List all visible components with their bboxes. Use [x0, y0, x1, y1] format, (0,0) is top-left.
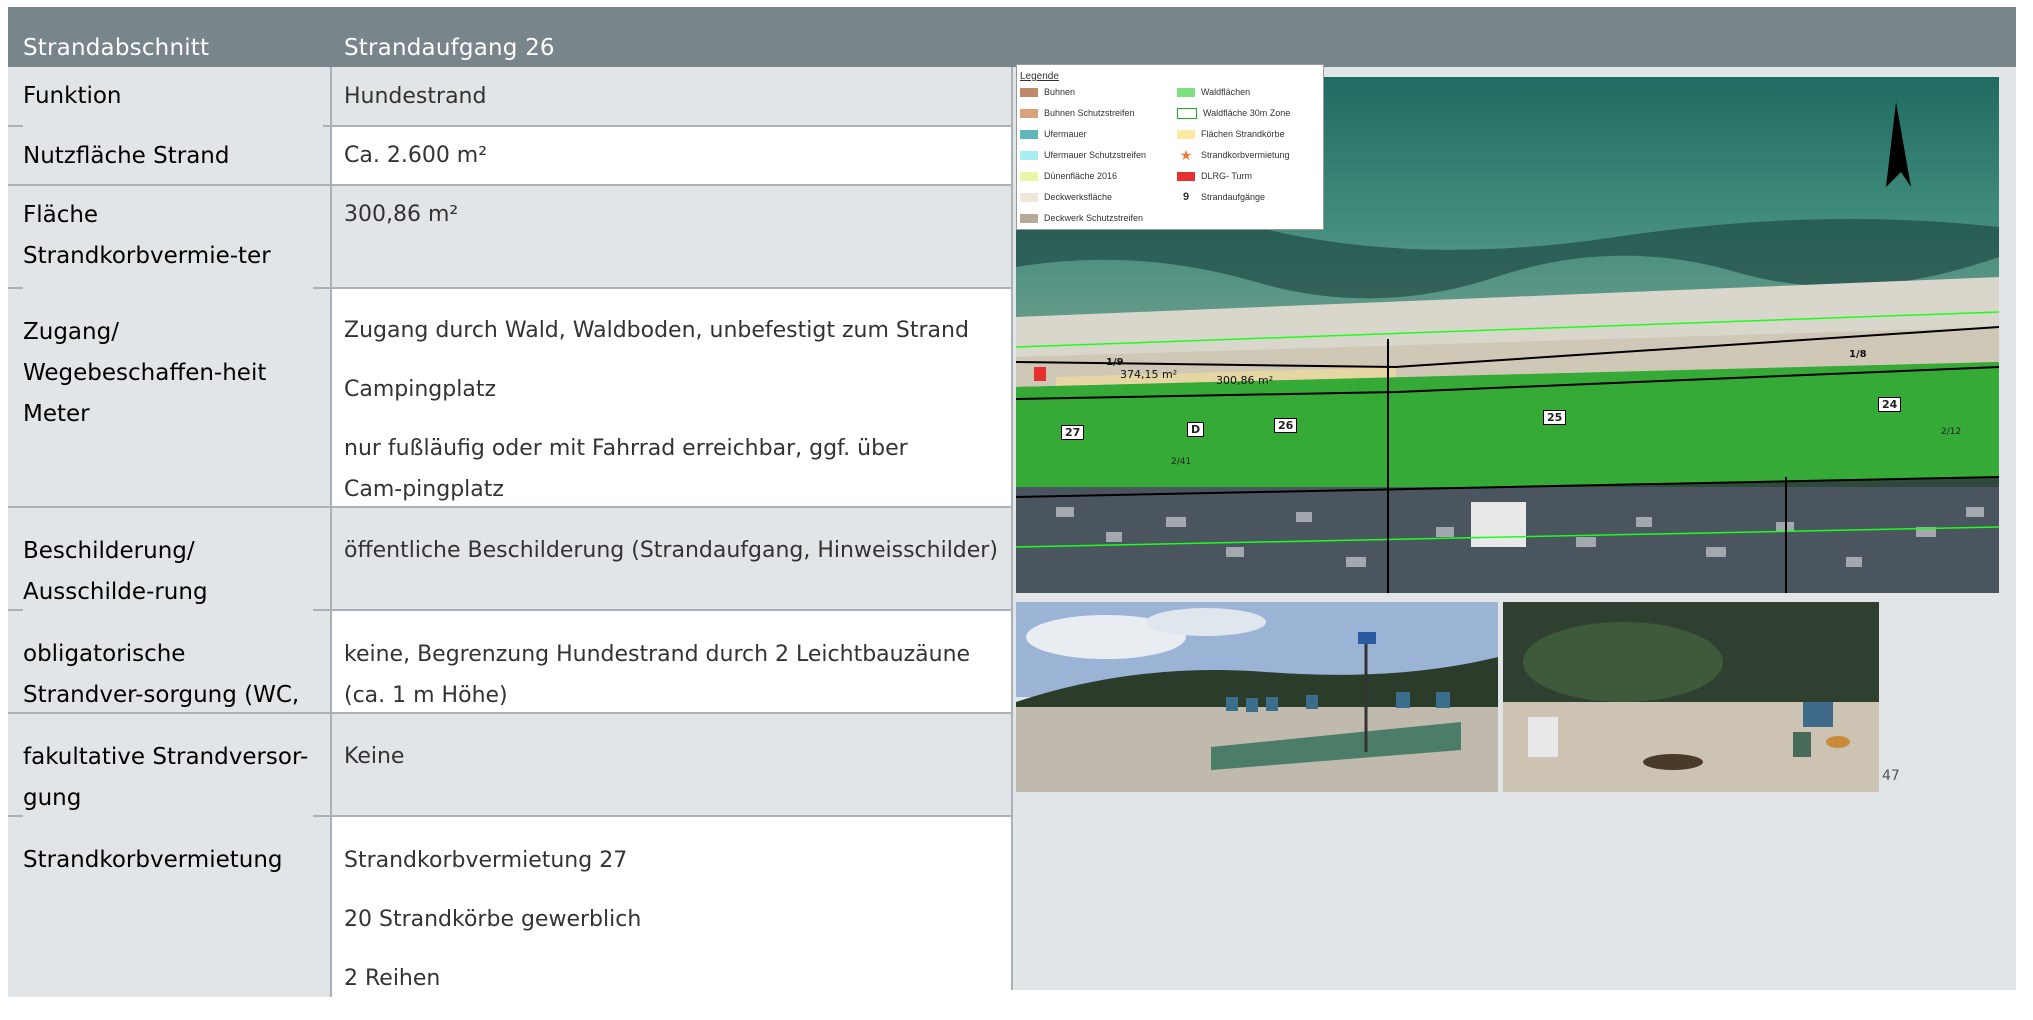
legend-label: Deckwerk Schutzstreifen	[1044, 213, 1144, 223]
table-row: Fläche Strandkorbvermie-ter 300,86 m²	[8, 186, 1011, 296]
table-header: Strandabschnitt Strandaufgang 26	[8, 7, 2016, 67]
row-value: 2 Reihen	[344, 966, 441, 991]
row-value: Ca. 2.600 m²	[344, 143, 488, 168]
legend-label: Deckwerksfläche	[1044, 192, 1113, 202]
legend-label: Waldflächen	[1201, 87, 1251, 97]
header-col1: Strandabschnitt	[23, 35, 210, 61]
section-label: 1/8	[1849, 349, 1867, 360]
legend-swatch	[1020, 214, 1038, 224]
row-value: Strandkorbvermietung 27	[344, 848, 628, 873]
header-col2: Strandaufgang 26	[344, 35, 555, 61]
legend-label: Waldfläche 30m Zone	[1203, 108, 1291, 118]
legend-label: Flächen Strandkörbe	[1201, 129, 1285, 139]
row-label: Zugang/ Wegebeschaffen-heit Meter	[23, 319, 267, 427]
table-row: Nutzfläche Strand Ca. 2.600 m²	[8, 127, 1011, 186]
row-value: Keine	[344, 744, 405, 769]
row-value: öffentliche Beschilderung (Strandaufgang…	[344, 538, 998, 563]
legend-number-sample: 9	[1182, 191, 1190, 204]
legend-swatch	[1020, 172, 1038, 182]
legend-label: Buhnen	[1044, 87, 1076, 97]
access-number: 27	[1061, 425, 1085, 440]
section-label: 2/12	[1941, 427, 1962, 437]
row-value: 20 Strandkörbe gewerblich	[344, 907, 642, 932]
legend-swatch	[1020, 151, 1038, 161]
section-label: 2/41	[1171, 457, 1192, 467]
legend-swatch	[1020, 109, 1038, 119]
access-number: 25	[1543, 410, 1567, 425]
row-value: nur fußläufig oder mit Fahrrad erreichba…	[344, 436, 908, 502]
legend-label: Ufermauer Schutzstreifen	[1044, 150, 1147, 160]
beach-photo-dogs	[1503, 602, 1879, 792]
access-number: 24	[1878, 397, 1902, 412]
legend-label: Ufermauer	[1044, 129, 1087, 139]
legend-label: Strandaufgänge	[1201, 192, 1266, 202]
beach-photo-fence	[1016, 602, 1498, 792]
table-row: Beschilderung/ Ausschilde-rung öffentlic…	[8, 508, 1011, 632]
legend-swatch	[1177, 130, 1195, 140]
area-label: 300,86 m²	[1216, 374, 1274, 387]
row-value: 300,86 m²	[344, 202, 459, 227]
map-legend: Legende Buhnen Buhnen Schutzstreifen Ufe…	[1016, 64, 1324, 230]
legend-swatch	[1177, 172, 1195, 182]
legend-label: Strandkorbvermietung	[1201, 150, 1290, 160]
row-value: Hundestrand	[344, 84, 487, 109]
legend-title: Legende	[1020, 71, 1059, 82]
legend-swatch	[1020, 193, 1038, 203]
row-label: Strandkorbvermietung	[23, 847, 283, 873]
table-row: Zugang/ Wegebeschaffen-heit Meter Zugang…	[8, 289, 1011, 508]
row-label: Fläche Strandkorbvermie-ter	[23, 195, 313, 296]
row-value: keine, Begrenzung Hundestrand durch 2 Le…	[344, 642, 971, 708]
legend-label: DLRG- Turm	[1201, 171, 1253, 181]
access-number: D	[1187, 422, 1205, 437]
row-value: Campingplatz	[344, 377, 496, 402]
row-label: Funktion	[23, 76, 323, 134]
row-value: Zugang durch Wald, Waldboden, unbefestig…	[344, 318, 969, 343]
page-number: 47	[1882, 768, 1900, 784]
table-row: obligatorische Strandver-sorgung (WC, Re…	[8, 611, 1011, 749]
legend-swatch	[1020, 130, 1038, 140]
legend-swatch	[1020, 88, 1038, 98]
section-label: 1/9	[1106, 357, 1124, 368]
star-icon: ★	[1179, 147, 1193, 164]
row-label: Nutzfläche Strand	[23, 143, 230, 169]
table-row: Strandkorbvermietung Strandkorbvermietun…	[8, 817, 1011, 997]
legend-label: Buhnen Schutzstreifen	[1044, 108, 1135, 118]
access-number: 26	[1274, 418, 1298, 433]
table-row: Funktion Hundestrand	[8, 67, 1011, 134]
legend-label: Dünenfläche 2016	[1044, 171, 1118, 181]
legend-swatch	[1177, 108, 1197, 120]
area-label: 374,15 m²	[1120, 368, 1178, 381]
table-row: fakultative Strandversor-gung Keine	[8, 714, 1011, 838]
legend-swatch	[1177, 88, 1195, 98]
